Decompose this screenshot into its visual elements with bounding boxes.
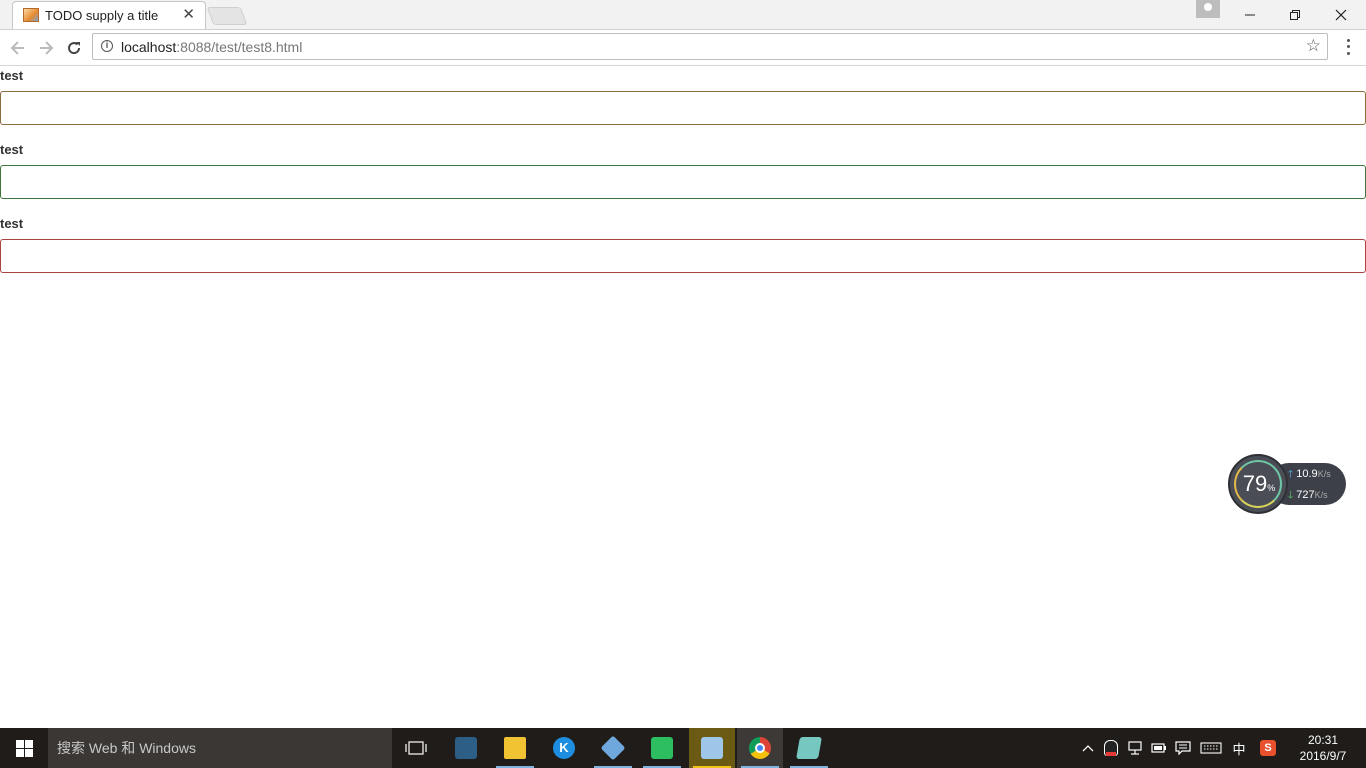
forward-button[interactable] bbox=[34, 36, 58, 60]
evernote-icon bbox=[651, 737, 673, 759]
tray-qq[interactable] bbox=[1100, 728, 1122, 768]
taskbar-app-evernote[interactable] bbox=[639, 728, 685, 768]
media-player-icon bbox=[701, 737, 723, 759]
show-hidden-icons-button[interactable] bbox=[1078, 728, 1098, 768]
restore-button[interactable] bbox=[1272, 0, 1318, 29]
download-speed: 🡓 727K/s bbox=[1288, 488, 1328, 505]
browser-tab[interactable]: TODO supply a title ✕ bbox=[12, 1, 206, 29]
close-icon bbox=[1335, 9, 1347, 20]
taskbar-app-mysql-workbench[interactable] bbox=[443, 728, 489, 768]
network-icon bbox=[1128, 741, 1142, 755]
tray-sogou[interactable]: S bbox=[1256, 728, 1280, 768]
qq-penguin-icon bbox=[1104, 740, 1118, 756]
browser-titlebar: TODO supply a title ✕ bbox=[0, 0, 1366, 30]
taskbar-app-kuaibo[interactable]: K bbox=[541, 728, 587, 768]
clock-time: 20:31 bbox=[1307, 733, 1339, 747]
new-tab-button[interactable] bbox=[206, 7, 248, 25]
address-bar[interactable]: i localhost:8088/test/test8.html ☆ bbox=[92, 33, 1328, 60]
field-3-input[interactable] bbox=[0, 239, 1366, 273]
field-1-input[interactable] bbox=[0, 91, 1366, 125]
reload-button[interactable] bbox=[62, 36, 86, 60]
battery-icon bbox=[1151, 743, 1166, 753]
upload-arrow-icon: 🡑 bbox=[1288, 469, 1294, 480]
upload-speed: 🡑 10.9K/s bbox=[1288, 467, 1331, 484]
back-arrow-icon bbox=[10, 41, 24, 55]
folder-icon bbox=[504, 737, 526, 759]
close-window-button[interactable] bbox=[1318, 0, 1364, 29]
field-2-label: test bbox=[0, 142, 24, 157]
tray-action-center[interactable] bbox=[1172, 728, 1194, 768]
page-favicon-icon bbox=[23, 8, 39, 22]
k-player-icon: K bbox=[553, 737, 575, 759]
taskbar-app-notepad[interactable] bbox=[786, 728, 832, 768]
memory-usage-gauge: 79% bbox=[1228, 454, 1288, 514]
task-view-button[interactable] bbox=[393, 728, 439, 768]
usage-percent-sign: % bbox=[1267, 483, 1276, 493]
taskbar-search[interactable]: 搜索 Web 和 Windows bbox=[48, 728, 392, 768]
taskbar-clock[interactable]: 20:31 2016/9/7 bbox=[1290, 732, 1356, 764]
upload-speed-value: 10.9 bbox=[1296, 468, 1318, 480]
keyboard-icon bbox=[1200, 742, 1222, 754]
tray-ime[interactable]: 中 bbox=[1228, 728, 1250, 768]
url-path: :8088/test/test8.html bbox=[176, 39, 303, 55]
windows-logo-icon bbox=[15, 739, 33, 757]
taskbar-app-virtualbox[interactable] bbox=[590, 728, 636, 768]
field-1-label: test bbox=[0, 68, 24, 83]
tray-network[interactable] bbox=[1124, 728, 1146, 768]
cube-icon bbox=[600, 735, 626, 761]
upload-speed-unit: K/s bbox=[1317, 469, 1331, 479]
mysql-workbench-icon bbox=[455, 737, 477, 759]
field-2-input[interactable] bbox=[0, 165, 1366, 199]
task-view-icon bbox=[405, 741, 427, 755]
notepad-icon bbox=[796, 737, 822, 759]
browser-menu-icon[interactable] bbox=[1340, 37, 1356, 57]
restore-icon bbox=[1290, 9, 1300, 20]
taskbar-app-chrome[interactable] bbox=[737, 728, 783, 768]
chevron-up-icon bbox=[1082, 745, 1094, 752]
minimize-button[interactable] bbox=[1227, 0, 1273, 29]
sogou-s-icon: S bbox=[1260, 740, 1276, 756]
usage-percent: 79% bbox=[1230, 472, 1288, 500]
back-button[interactable] bbox=[6, 36, 30, 60]
tab-title: TODO supply a title bbox=[45, 8, 159, 23]
url-host: localhost bbox=[121, 39, 177, 55]
url-text: localhost:8088/test/test8.html bbox=[121, 39, 302, 55]
start-button[interactable] bbox=[0, 728, 48, 768]
reload-icon bbox=[68, 42, 81, 55]
minimize-icon bbox=[1245, 14, 1255, 15]
taskbar-app-media[interactable] bbox=[689, 728, 735, 768]
tray-keyboard[interactable] bbox=[1198, 728, 1224, 768]
forward-arrow-icon bbox=[40, 41, 54, 55]
tab-close-icon[interactable]: ✕ bbox=[182, 6, 195, 24]
download-speed-unit: K/s bbox=[1314, 490, 1328, 500]
profile-avatar-icon[interactable] bbox=[1196, 0, 1220, 18]
chrome-icon bbox=[749, 737, 771, 759]
usage-percent-value: 79 bbox=[1242, 471, 1268, 496]
bookmark-star-icon[interactable]: ☆ bbox=[1306, 36, 1321, 56]
clock-date: 2016/9/7 bbox=[1299, 749, 1347, 763]
windows-taskbar: 搜索 Web 和 Windows K 中 S 20:31 2016/9/7 bbox=[0, 728, 1366, 768]
tray-power[interactable] bbox=[1148, 728, 1170, 768]
site-info-icon[interactable]: i bbox=[101, 40, 113, 52]
taskbar-app-file-explorer[interactable] bbox=[492, 728, 538, 768]
download-speed-value: 727 bbox=[1296, 489, 1315, 501]
field-3-label: test bbox=[0, 216, 24, 231]
download-arrow-icon: 🡓 bbox=[1288, 490, 1294, 501]
browser-toolbar: i localhost:8088/test/test8.html ☆ bbox=[0, 30, 1366, 66]
network-speed-widget[interactable]: 79% 🡑 10.9K/s 🡓 727K/s bbox=[1228, 454, 1348, 514]
notification-icon bbox=[1175, 741, 1191, 755]
